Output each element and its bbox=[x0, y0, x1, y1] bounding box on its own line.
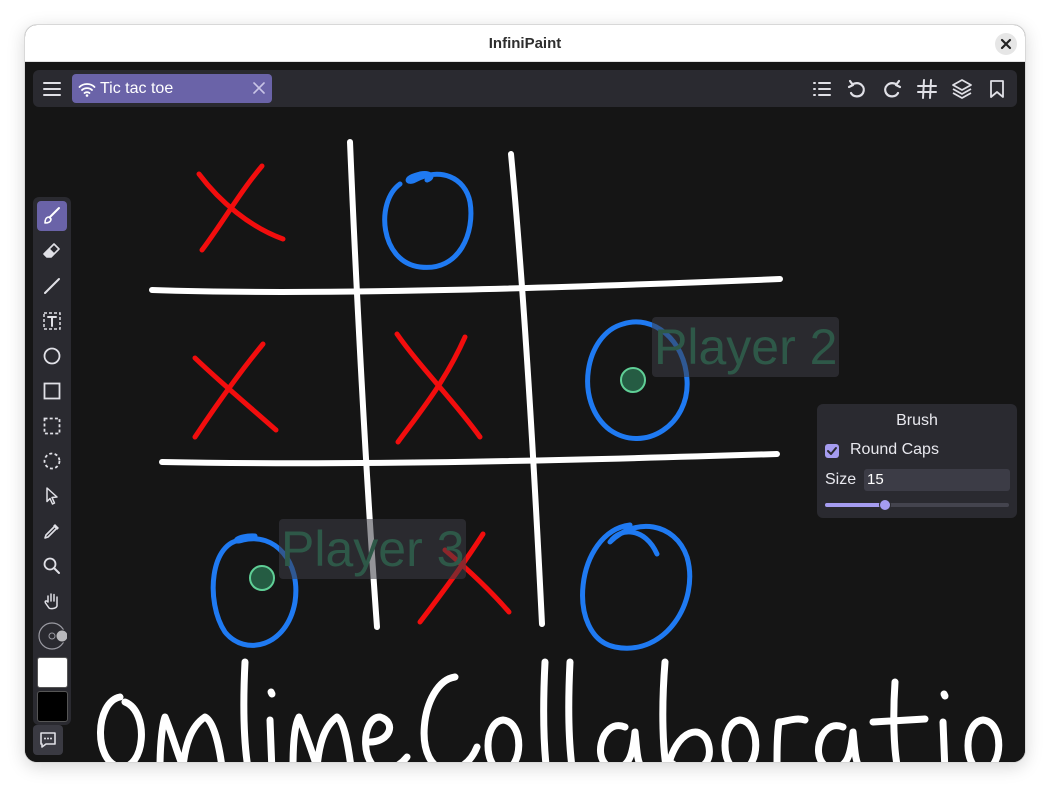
top-toolbar: Tic tac toe bbox=[33, 70, 1017, 107]
eyedropper-icon bbox=[44, 524, 59, 539]
circle-tool-button[interactable] bbox=[37, 341, 67, 371]
close-tab-icon[interactable] bbox=[252, 81, 266, 95]
size-input[interactable]: 15 bbox=[864, 469, 1010, 491]
zoom-tool-button[interactable] bbox=[37, 551, 67, 581]
tab-tic-tac-toe[interactable]: Tic tac toe bbox=[72, 74, 272, 103]
undo-icon bbox=[847, 79, 865, 98]
rect-select-icon bbox=[43, 417, 61, 435]
lasso-icon bbox=[43, 452, 61, 470]
circle-icon bbox=[43, 347, 61, 365]
round-caps-checkbox[interactable] bbox=[825, 444, 839, 458]
close-icon bbox=[1000, 38, 1012, 50]
brush-tool-button[interactable] bbox=[37, 201, 67, 231]
layers-icon bbox=[952, 79, 972, 99]
line-icon bbox=[44, 278, 60, 294]
grid-icon bbox=[917, 79, 937, 99]
tool-sidebar bbox=[33, 197, 71, 725]
title-bar: InfiniPaint bbox=[25, 25, 1025, 62]
pointer-icon bbox=[46, 487, 58, 505]
grid-line-h1 bbox=[149, 276, 783, 295]
o-mark bbox=[382, 171, 474, 270]
menu-button[interactable] bbox=[38, 75, 66, 103]
eraser-icon bbox=[43, 243, 60, 258]
player-2-cursor bbox=[620, 367, 646, 393]
redo-button[interactable] bbox=[878, 75, 906, 103]
bookmark-icon bbox=[990, 80, 1004, 98]
tab-label: Tic tac toe bbox=[100, 80, 174, 97]
size-slider-thumb[interactable] bbox=[878, 499, 891, 511]
rectangle-icon bbox=[43, 382, 61, 400]
brush-icon bbox=[44, 207, 60, 224]
brush-color-wheel-button[interactable] bbox=[37, 621, 67, 651]
size-label: Size bbox=[825, 471, 857, 488]
text-icon bbox=[43, 312, 61, 330]
brush-panel-title: Brush bbox=[896, 412, 938, 429]
eyedropper-tool-button[interactable] bbox=[37, 516, 67, 546]
color-wheel-icon bbox=[38, 622, 67, 650]
chat-button[interactable] bbox=[33, 725, 63, 755]
x-mark bbox=[394, 331, 483, 440]
hamburger-menu-icon bbox=[43, 82, 61, 96]
grid-line-v2 bbox=[508, 151, 545, 627]
round-caps-label: Round Caps bbox=[850, 441, 939, 458]
bookmark-button[interactable] bbox=[983, 75, 1011, 103]
eraser-tool-button[interactable] bbox=[37, 236, 67, 266]
grid-button[interactable] bbox=[913, 75, 941, 103]
checkmark-icon bbox=[827, 447, 837, 455]
rectangle-tool-button[interactable] bbox=[37, 376, 67, 406]
zoom-icon bbox=[43, 557, 60, 574]
undo-button[interactable] bbox=[843, 75, 871, 103]
pointer-tool-button[interactable] bbox=[37, 481, 67, 511]
chat-icon bbox=[40, 732, 56, 748]
primary-color-swatch[interactable] bbox=[37, 657, 68, 688]
player-3-cursor-label: Player 3 bbox=[279, 519, 467, 579]
text-tool-button[interactable] bbox=[37, 306, 67, 336]
handwriting-online-collaboration bbox=[97, 658, 1003, 762]
window-title: InfiniPaint bbox=[488, 35, 562, 52]
layers-button[interactable] bbox=[948, 75, 976, 103]
grid-line-h2 bbox=[159, 451, 780, 467]
secondary-color-swatch[interactable] bbox=[37, 691, 68, 722]
redo-icon bbox=[884, 79, 902, 98]
player-3-cursor bbox=[249, 565, 275, 591]
hand-icon bbox=[44, 593, 58, 610]
list-button[interactable] bbox=[808, 75, 836, 103]
drawing-canvas[interactable]: Tic tac toe Player 2 Player 3 Brush Roun… bbox=[25, 62, 1025, 762]
wifi-icon bbox=[78, 83, 96, 97]
line-tool-button[interactable] bbox=[37, 271, 67, 301]
player-2-cursor-label: Player 2 bbox=[652, 317, 840, 377]
app-window: InfiniPaint Tic tac toe Player 2 Player … bbox=[25, 25, 1025, 762]
close-window-button[interactable] bbox=[995, 33, 1017, 55]
rect-select-tool-button[interactable] bbox=[37, 411, 67, 441]
size-slider-fill bbox=[825, 503, 884, 507]
x-mark bbox=[196, 171, 286, 242]
o-mark bbox=[580, 522, 693, 651]
list-icon bbox=[813, 82, 831, 96]
lasso-tool-button[interactable] bbox=[37, 446, 67, 476]
hand-tool-button[interactable] bbox=[37, 586, 67, 616]
size-slider[interactable] bbox=[825, 499, 1009, 511]
brush-settings-panel: Brush Round Caps Size 15 bbox=[817, 404, 1017, 518]
